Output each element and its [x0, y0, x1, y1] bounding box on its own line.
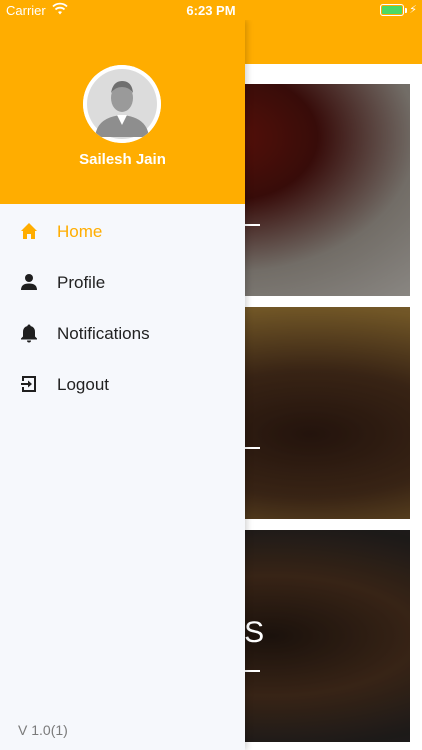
battery-icon: [380, 4, 404, 16]
status-time: 6:23 PM: [186, 3, 236, 18]
logout-icon: [18, 373, 40, 395]
bell-icon: [18, 322, 40, 344]
app-version: V 1.0(1): [18, 722, 68, 738]
navigation-drawer: Sailesh Jain Home Profile Notifications …: [0, 20, 245, 750]
home-icon: [18, 220, 40, 242]
menu-item-label: Logout: [57, 375, 109, 394]
menu-item-notifications[interactable]: Notifications: [0, 310, 245, 354]
status-bar: Carrier 6:23 PM ⚡: [0, 0, 422, 20]
menu-item-profile[interactable]: Profile: [0, 259, 245, 303]
menu-item-home[interactable]: Home: [0, 208, 245, 252]
charging-bolt-icon: ⚡: [409, 4, 417, 16]
person-icon: [18, 271, 40, 293]
user-name: Sailesh Jain: [79, 151, 166, 168]
menu-item-label: Profile: [57, 273, 106, 292]
drawer-header: Sailesh Jain: [0, 20, 245, 204]
battery-nub: [405, 8, 407, 13]
menu-item-label: Notifications: [57, 324, 150, 343]
user-avatar-icon[interactable]: [83, 65, 161, 143]
menu-item-label: Home: [57, 222, 103, 241]
menu-item-logout[interactable]: Logout: [0, 361, 245, 405]
